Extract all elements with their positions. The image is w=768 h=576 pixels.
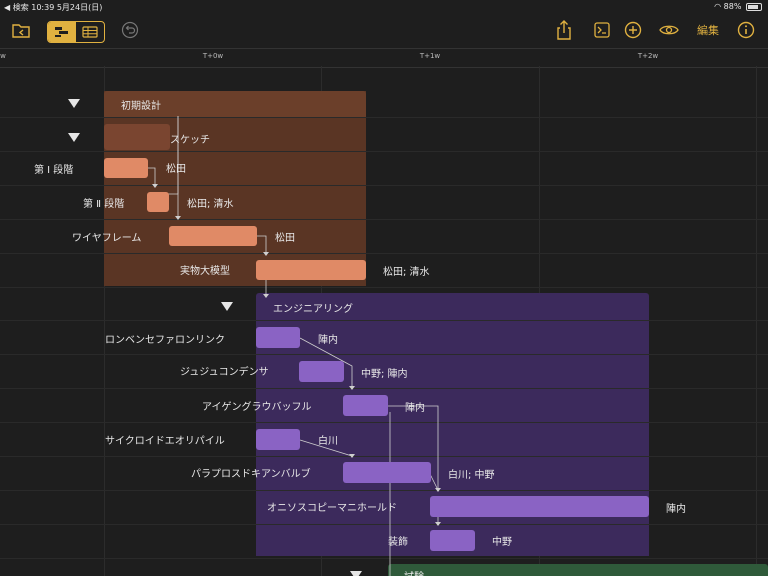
ruler-tick: T+0w xyxy=(202,52,224,60)
status-bar: ◀ 検索 10:39 5月24日(日) ◠ 88% xyxy=(0,0,768,14)
task-name-sketch: スケッチ xyxy=(170,135,210,146)
task-name: 第 Ⅰ 段階 xyxy=(34,165,74,176)
task-resource: 松田 xyxy=(166,164,186,175)
group-title-engineering: エンジニアリング xyxy=(273,304,353,315)
group-title-test: 試験 xyxy=(404,568,424,576)
wifi-icon: ◠ xyxy=(714,2,722,11)
console-icon[interactable] xyxy=(592,20,612,40)
task-name: オニソスコピーマニホールド xyxy=(267,503,397,514)
task-bar[interactable] xyxy=(430,496,649,517)
add-icon[interactable] xyxy=(623,20,643,40)
task-name: 装飾 xyxy=(388,537,408,548)
task-bar[interactable] xyxy=(104,158,148,178)
undo-icon[interactable] xyxy=(120,20,140,40)
ruler-tick: T+2w xyxy=(637,52,659,60)
task-resource: 白川; 中野 xyxy=(448,470,495,481)
task-name: 実物大模型 xyxy=(180,266,230,277)
status-right: ◠ 88% xyxy=(714,2,762,11)
battery-icon xyxy=(746,2,762,11)
view-switcher xyxy=(47,21,105,43)
task-bar[interactable] xyxy=(299,361,344,382)
task-resource: 白川 xyxy=(318,436,338,447)
gantt-chart: 初期設計 スケッチ 第 Ⅰ 段階 松田 第 Ⅱ 段階 松田; 清水 ワイヤフレー… xyxy=(0,66,768,576)
task-bar[interactable] xyxy=(343,462,431,483)
task-bar[interactable] xyxy=(147,192,169,212)
task-bar[interactable] xyxy=(169,226,257,246)
task-name: サイクロイドエオリパイル xyxy=(105,436,225,447)
timeline-ruler: w T+0w T+1w T+2w xyxy=(0,48,768,68)
battery-percent: 88% xyxy=(723,2,742,11)
task-name: ワイヤフレーム xyxy=(72,233,142,244)
task-name: パラプロスドキアンバルブ xyxy=(191,469,311,480)
share-icon[interactable] xyxy=(554,20,574,40)
toolbar: 編集 xyxy=(0,14,768,48)
task-bar[interactable] xyxy=(256,429,300,450)
task-resource: 陣内 xyxy=(666,504,686,515)
disclosure-triangle-icon[interactable] xyxy=(68,133,80,142)
disclosure-triangle-icon[interactable] xyxy=(350,571,362,576)
gantt-view-icon[interactable] xyxy=(48,22,76,42)
task-name: ロンベンセファロンリンク xyxy=(105,335,225,346)
task-resource: 松田; 清水 xyxy=(187,199,234,210)
task-resource: 松田 xyxy=(275,233,295,244)
info-icon[interactable] xyxy=(736,20,756,40)
task-bar[interactable] xyxy=(343,395,388,416)
edit-button[interactable]: 編集 xyxy=(694,20,722,40)
task-resource: 松田; 清水 xyxy=(383,267,430,278)
ruler-tick: T+1w xyxy=(419,52,441,60)
task-name: アイゲングラウバッフル xyxy=(202,402,312,413)
task-bar[interactable] xyxy=(256,327,300,348)
disclosure-triangle-icon[interactable] xyxy=(221,302,233,311)
ruler-tick: w xyxy=(0,52,6,60)
status-left: ◀ 検索 10:39 5月24日(日) xyxy=(4,3,103,12)
task-name: ジュジュコンデンサ xyxy=(180,367,269,378)
table-view-icon[interactable] xyxy=(76,22,104,42)
folder-back-icon[interactable] xyxy=(10,20,32,40)
task-resource: 中野; 陣内 xyxy=(361,369,408,380)
task-resource: 陣内 xyxy=(405,403,425,414)
eye-icon[interactable] xyxy=(657,20,681,40)
task-resource: 中野 xyxy=(492,537,512,548)
task-resource: 陣内 xyxy=(318,335,338,346)
group-title-design: 初期設計 xyxy=(121,101,161,112)
task-bar[interactable] xyxy=(256,260,366,280)
task-name: 第 Ⅱ 段階 xyxy=(83,199,125,210)
task-bar[interactable] xyxy=(430,530,475,551)
task-bar-sketch[interactable] xyxy=(104,124,170,150)
disclosure-triangle-icon[interactable] xyxy=(68,99,80,108)
